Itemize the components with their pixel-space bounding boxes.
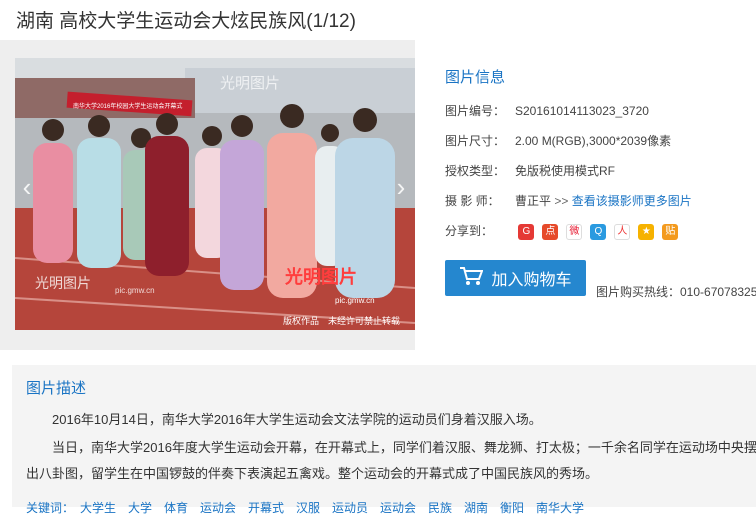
info-row-size: 图片尺寸： 2.00 M(RGB),3000*2039像素 (445, 131, 756, 161)
info-key: 摄 影 师： (445, 194, 500, 208)
description-title: 图片描述 (26, 380, 87, 397)
info-key: 图片尺寸： (445, 134, 506, 148)
info-row-id: 图片编号： S20161014113023_3720 (445, 101, 756, 131)
photo-watermark-top: 光明图片 (220, 75, 280, 92)
info-key: 图片编号： (445, 104, 506, 118)
image-info-panel: 图片信息 图片编号： S20161014113023_3720 图片尺寸： 2.00… (445, 66, 756, 251)
kaixin-icon[interactable]: ★ (638, 223, 655, 240)
add-to-cart-label: 加入购物车 (491, 272, 572, 289)
tieba-icon[interactable]: 贴 (662, 223, 679, 240)
info-row-license: 授权类型： 免版税使用模式RF (445, 161, 756, 191)
renren-icon[interactable]: 人 (614, 223, 631, 240)
purchase-hotline: 图片购买热线：010-67078325 (596, 285, 756, 299)
info-value: 免版税使用模式RF (515, 164, 615, 178)
photo-banner-text: 南华大学2016年校园大学生运动会开幕式 (73, 102, 182, 110)
cart-icon (459, 266, 484, 291)
image-info-title: 图片信息 (445, 69, 506, 86)
photo-watermark-url: pic.gmw.cn (335, 296, 375, 305)
photographer-name: 曹正平 (515, 194, 552, 208)
description-paragraph-2: 当日，南华大学2016年度大学生运动会开幕，在开幕式上，同学们着汉服、舞龙狮、打… (26, 440, 756, 481)
photo-watermark-left-url: pic.gmw.cn (115, 286, 155, 295)
qzone-icon[interactable]: Q (590, 223, 607, 240)
share-row: 分享到： G 点 微 Q 人 ★ 贴 (445, 221, 756, 251)
photo-watermark-left: 光明图片 (35, 275, 91, 291)
weibo-icon[interactable]: 微 (566, 223, 583, 240)
photographer-more-link[interactable]: 查看该摄影师更多图片 (572, 194, 692, 208)
keyword-tags[interactable]: 关键词： 大学生 大学 体育 运动会 开幕式 汉服 运动员 运动会 民族 湖南 … (26, 499, 584, 516)
google-icon[interactable]: G (518, 223, 535, 240)
info-value: S20161014113023_3720 (515, 104, 649, 118)
add-to-cart-button[interactable]: 加入购物车 (445, 260, 586, 296)
chevron-right-icon: >> (554, 194, 569, 208)
info-value: 2.00 M(RGB),3000*2039像素 (515, 134, 672, 148)
page-title: 湖南 高校大学生运动会大炫民族风(1/12) (16, 11, 356, 32)
prev-image-icon[interactable]: ‹ (18, 172, 36, 202)
photo-watermark-logo: 光明图片 (284, 266, 357, 287)
image-description: 图片描述 2016年10月14日，南华大学2016年大学生运动会文法学院的运动员… (12, 365, 756, 515)
photo-copyright: 版权作品 未经许可禁止转载 (283, 315, 400, 326)
info-key: 授权类型： (445, 164, 506, 178)
diandian-icon[interactable]: 点 (542, 223, 559, 240)
description-paragraph-1: 2016年10月14日，南华大学2016年大学生运动会文法学院的运动员们身着汉服… (52, 412, 542, 427)
share-label: 分享到： (445, 224, 494, 238)
info-row-photographer: 摄 影 师： 曹正平 >> 查看该摄影师更多图片 (445, 191, 756, 221)
next-image-icon[interactable]: › (392, 172, 410, 202)
main-photo[interactable]: 南华大学2016年校园大学生运动会开幕式 光明图片 光明图片 pic.gmw.c… (15, 58, 415, 330)
